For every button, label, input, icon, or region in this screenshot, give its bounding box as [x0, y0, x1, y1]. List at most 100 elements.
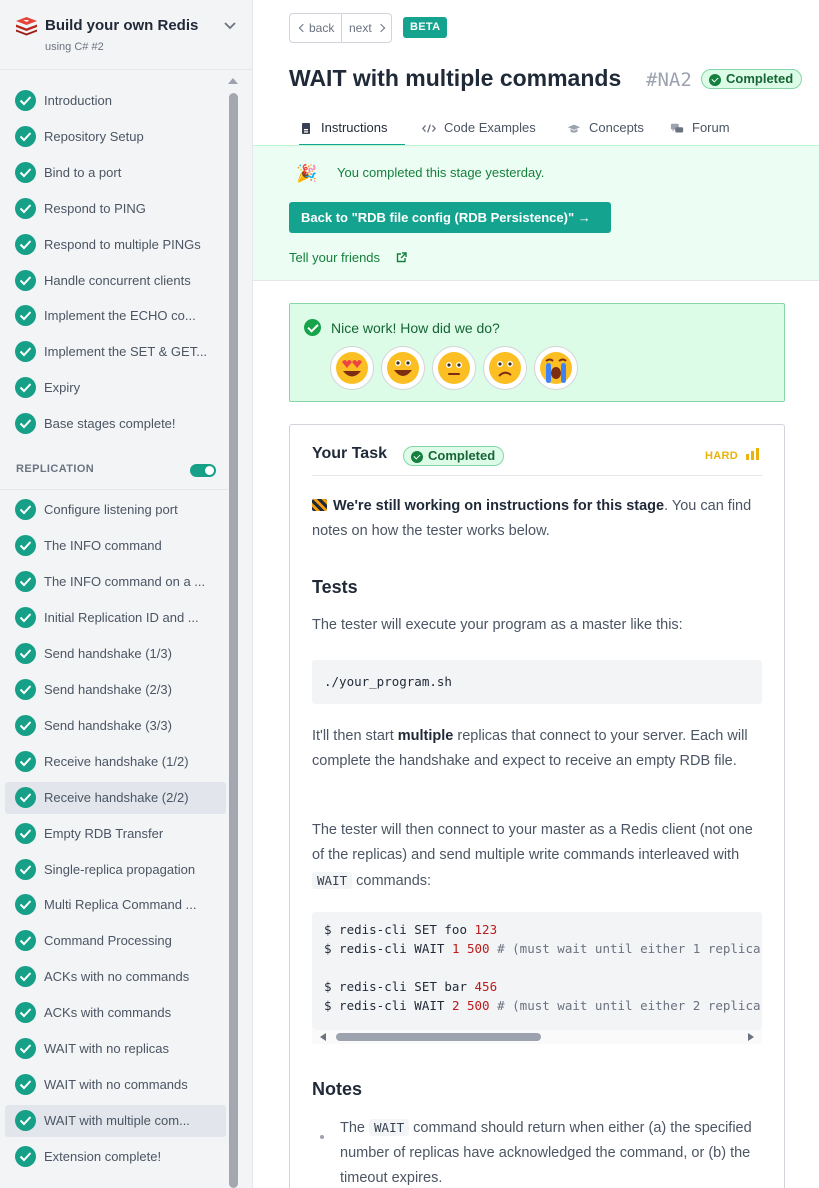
grinning-emoji-button[interactable]	[381, 346, 425, 390]
scroll-up-arrow-icon[interactable]	[228, 78, 238, 84]
text-emphasis: multiple	[397, 728, 454, 744]
stage-label: Base stages complete!	[44, 416, 176, 432]
code-token: # (must wait until either 2 replica	[489, 998, 761, 1013]
code-horizontal-scrollbar[interactable]	[312, 1030, 762, 1044]
text-run: commands:	[352, 873, 432, 889]
sidebar-stage-item[interactable]: WAIT with multiple com...	[5, 1105, 226, 1138]
sidebar-stage-item[interactable]: Expiry	[5, 372, 226, 404]
check-icon	[15, 305, 36, 327]
sidebar-scroll-thumb[interactable]	[229, 93, 238, 1188]
stage-label: Single-replica propagation	[44, 861, 196, 877]
replicas-paragraph: It'll then start multiple replicas that …	[312, 724, 762, 774]
heart-eyes-emoji-icon	[336, 352, 368, 384]
sidebar-stage-item[interactable]: Receive handshake (1/2)	[5, 746, 226, 778]
sidebar-stage-item[interactable]: Send handshake (3/3)	[5, 710, 226, 742]
sidebar-stage-item[interactable]: Base stages complete!	[5, 408, 226, 440]
code-token: $ redis-cli SET bar	[324, 979, 475, 994]
sidebar-stage-item[interactable]: Introduction	[5, 85, 226, 117]
check-icon	[15, 750, 36, 772]
check-icon	[15, 930, 36, 952]
check-icon	[15, 714, 36, 736]
sidebar-stage-item[interactable]: The INFO command	[5, 530, 226, 562]
text-run: The tester will then connect to your mas…	[312, 822, 753, 863]
sidebar-stage-item[interactable]: WAIT with no commands	[5, 1069, 226, 1101]
sidebar-stage-item[interactable]: Bind to a port	[5, 157, 226, 189]
sidebar-stage-item[interactable]: Receive handshake (2/2)	[5, 781, 226, 814]
sidebar-stage-item[interactable]: Handle concurrent clients	[5, 265, 226, 297]
code-scroll-thumb[interactable]	[336, 1033, 541, 1041]
check-icon	[15, 269, 36, 291]
sidebar-stage-item[interactable]: Respond to multiple PINGs	[5, 229, 226, 261]
tab-instructions[interactable]: Instructions	[299, 110, 405, 146]
tab-code-examples[interactable]: Code Examples	[422, 110, 552, 146]
task-status-label: Completed	[428, 448, 496, 463]
check-icon	[15, 1038, 36, 1060]
crying-emoji-button[interactable]	[534, 346, 578, 390]
party-popper-icon: 🎉	[296, 164, 318, 183]
stage-label: Initial Replication ID and ...	[44, 609, 199, 625]
construction-icon	[312, 499, 327, 511]
sidebar-stage-item[interactable]: Implement the SET & GET...	[5, 336, 226, 368]
back-button[interactable]: back	[290, 14, 342, 42]
stage-label: Receive handshake (2/2)	[44, 789, 189, 805]
sidebar-stage-item[interactable]: Extension complete!	[5, 1141, 226, 1173]
tell-friends-link[interactable]: Tell your friends	[289, 250, 380, 265]
chat-bubbles-icon	[670, 123, 684, 133]
sidebar-stage-item[interactable]: Single-replica propagation	[5, 854, 226, 886]
sidebar-stage-item[interactable]: Empty RDB Transfer	[5, 818, 226, 850]
tab-concepts[interactable]: Concepts	[567, 110, 657, 146]
tab-label: Code Examples	[444, 120, 536, 135]
check-circle-icon	[709, 74, 721, 86]
tab-forum[interactable]: Forum	[670, 110, 750, 146]
check-icon	[15, 233, 36, 255]
sidebar-stage-item[interactable]: Send handshake (1/3)	[5, 638, 226, 670]
confused-emoji-icon	[489, 352, 521, 384]
beta-badge: BETA	[403, 17, 448, 38]
sidebar-stage-item[interactable]: WAIT with no replicas	[5, 1033, 226, 1065]
sidebar-stage-item[interactable]: ACKs with no commands	[5, 961, 226, 993]
commands-codeblock: $ redis-cli SET foo 123 $ redis-cli WAIT …	[312, 912, 762, 1030]
sidebar-stage-item[interactable]: Multi Replica Command ...	[5, 889, 226, 921]
scroll-right-arrow-icon[interactable]	[748, 1033, 754, 1041]
sidebar-stage-item[interactable]: ACKs with commands	[5, 997, 226, 1029]
app-root: Build your own Redis using C# #2 Introdu…	[0, 0, 819, 1188]
notes-heading: Notes	[312, 1079, 363, 1099]
sidebar-stage-item[interactable]: Command Processing	[5, 925, 226, 957]
neutral-emoji-button[interactable]	[432, 346, 476, 390]
sidebar-stage-item[interactable]: Respond to PING	[5, 193, 226, 225]
status-badge-label: Completed	[726, 71, 794, 86]
external-link-icon[interactable]	[396, 252, 407, 263]
course-title: Build your own Redis	[45, 17, 199, 34]
code-token: $ redis-cli SET foo	[324, 922, 475, 937]
sidebar-stage-item[interactable]: The INFO command on a ...	[5, 566, 226, 598]
text-run: It'll then start	[312, 728, 398, 744]
scroll-left-arrow-icon[interactable]	[320, 1033, 326, 1041]
next-button[interactable]: next	[342, 14, 392, 42]
sidebar-stage-item[interactable]: Configure listening port	[5, 494, 226, 526]
feedback-box: Nice work! How did we do?	[289, 303, 785, 402]
tab-label: Instructions	[321, 120, 388, 135]
feedback-prompt: Nice work! How did we do?	[331, 320, 500, 336]
heart-eyes-emoji-button[interactable]	[330, 346, 374, 390]
extension-toggle[interactable]	[190, 464, 216, 477]
check-icon	[15, 377, 36, 399]
sidebar-stage-item[interactable]: Repository Setup	[5, 121, 226, 153]
inline-code: WAIT	[369, 1119, 410, 1136]
sidebar-stage-item[interactable]: Implement the ECHO co...	[5, 300, 226, 332]
sidebar-stage-item[interactable]: Send handshake (2/3)	[5, 674, 226, 706]
sidebar-stage-item[interactable]: Initial Replication ID and ...	[5, 602, 226, 634]
stage-label: ACKs with commands	[44, 1005, 172, 1021]
code-token: 2 500	[451, 998, 490, 1013]
difficulty-label: HARD	[705, 450, 738, 462]
chevron-down-icon[interactable]	[223, 20, 237, 32]
stage-label: Configure listening port	[44, 502, 178, 517]
back-to-stage-button[interactable]: Back to "RDB file config (RDB Persistenc…	[289, 202, 611, 233]
confused-emoji-button[interactable]	[483, 346, 527, 390]
status-badge: Completed	[701, 69, 803, 89]
code-token: 123	[474, 922, 498, 937]
course-header[interactable]: Build your own Redis using C# #2	[0, 0, 252, 70]
document-icon	[302, 123, 310, 134]
check-icon	[15, 534, 36, 556]
stage-label: Respond to PING	[44, 200, 146, 216]
wip-notice: We're still working on instructions for …	[312, 494, 762, 544]
